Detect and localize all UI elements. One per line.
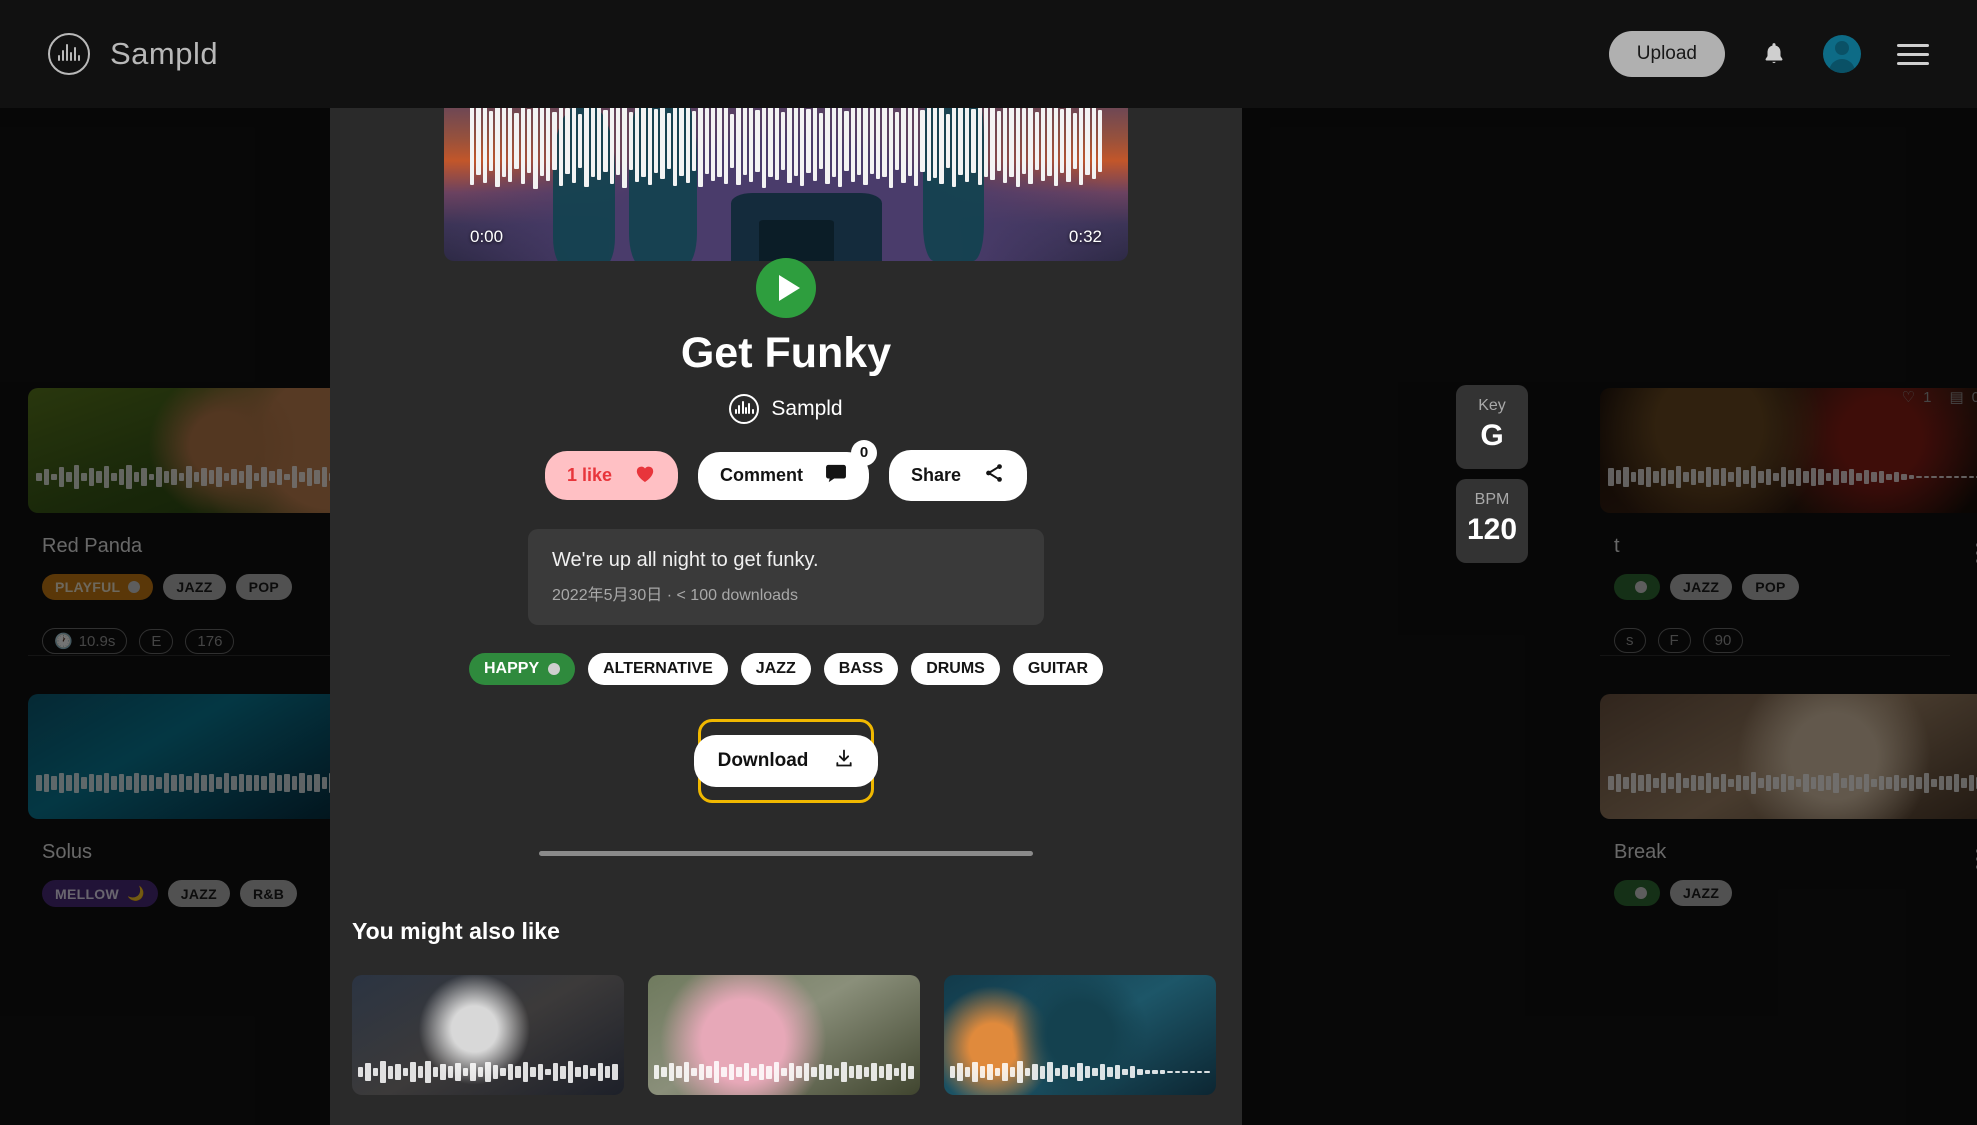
download-icon [834, 748, 854, 774]
key-stat-card: Key G [1456, 385, 1528, 469]
bpm-label: BPM [1474, 491, 1510, 508]
artist-name: Sampld [771, 397, 843, 420]
tag-jazz[interactable]: JAZZ [740, 653, 811, 685]
brand-logo[interactable]: Sampld [48, 33, 218, 75]
bpm-value: 120 [1466, 513, 1518, 546]
time-end: 0:32 [1068, 227, 1102, 246]
tag-guitar[interactable]: GUITAR [1012, 653, 1103, 685]
track-description-box: We're up all night to get funky. 2022年5月… [528, 529, 1044, 625]
comment-button[interactable]: Comment 0 [698, 439, 878, 500]
heart-icon [634, 463, 656, 488]
track-detail-modal: 0:00 0:32 Get Funky Sampld 1 like Commen… [330, 33, 1242, 1125]
artist-avatar-icon [729, 394, 760, 424]
track-title: Get Funky [680, 329, 892, 377]
share-label: Share [911, 465, 962, 485]
tag-bass[interactable]: BASS [823, 653, 899, 685]
comment-label: Comment [720, 465, 804, 485]
play-button[interactable] [756, 258, 816, 318]
tag-drums[interactable]: DRUMS [911, 653, 1000, 685]
upload-button[interactable]: Upload [1608, 31, 1725, 77]
track-tags: HAPPY ALTERNATIVE JAZZ BASS DRUMS GUITAR [330, 653, 1242, 685]
comment-count-badge: 0 [851, 439, 878, 466]
section-divider [539, 851, 1033, 856]
rec-card-blue-mask[interactable] [944, 975, 1216, 1095]
user-avatar[interactable] [1823, 35, 1861, 73]
download-focus-ring: Download [693, 719, 879, 803]
like-button[interactable]: 1 like [544, 451, 678, 500]
rec-card-pink-car[interactable] [648, 975, 920, 1095]
tag-alternative[interactable]: ALTERNATIVE [588, 653, 728, 685]
share-button[interactable]: Share [889, 450, 1028, 501]
download-label: Download [717, 750, 809, 771]
top-bar-actions: Upload [1608, 31, 1929, 77]
artist-row[interactable]: Sampld [330, 394, 1242, 424]
top-navigation-bar: Sampld Upload [0, 0, 1977, 108]
app-root: Red Panda PLAYFUL JAZZ POP 🕐 10.9s E 176… [0, 0, 1977, 1125]
share-nodes-icon [983, 462, 1005, 489]
recommendations-row [352, 975, 1242, 1095]
mood-dot-icon [548, 663, 561, 675]
waveform-preview [950, 1059, 1210, 1085]
brand-name: Sampld [110, 36, 219, 71]
bpm-stat-card: BPM 120 [1456, 479, 1528, 563]
play-icon [778, 275, 800, 301]
track-actions: 1 like Comment 0 Share [330, 439, 1242, 501]
tag-happy[interactable]: HAPPY [468, 653, 576, 685]
rec-card-smoke[interactable] [352, 975, 624, 1095]
like-label: 1 like [566, 465, 612, 485]
tag-label: HAPPY [483, 660, 540, 677]
comment-icon [825, 464, 847, 488]
waveform-preview [654, 1059, 914, 1085]
time-start: 0:00 [470, 227, 504, 246]
notifications-bell-icon[interactable] [1761, 40, 1787, 68]
hamburger-menu-icon[interactable] [1897, 43, 1929, 65]
download-button[interactable]: Download [693, 735, 879, 787]
recommendations-title: You might also like [352, 918, 560, 944]
key-label: Key [1478, 397, 1506, 414]
key-value: G [1480, 419, 1504, 452]
description-meta: 2022年5月30日 · < 100 downloads [552, 587, 798, 604]
track-stats-panel: Key G BPM 120 [1456, 385, 1528, 563]
waveform-logo-icon [48, 33, 90, 75]
waveform-preview [358, 1059, 618, 1085]
description-text: We're up all night to get funky. [552, 549, 819, 571]
